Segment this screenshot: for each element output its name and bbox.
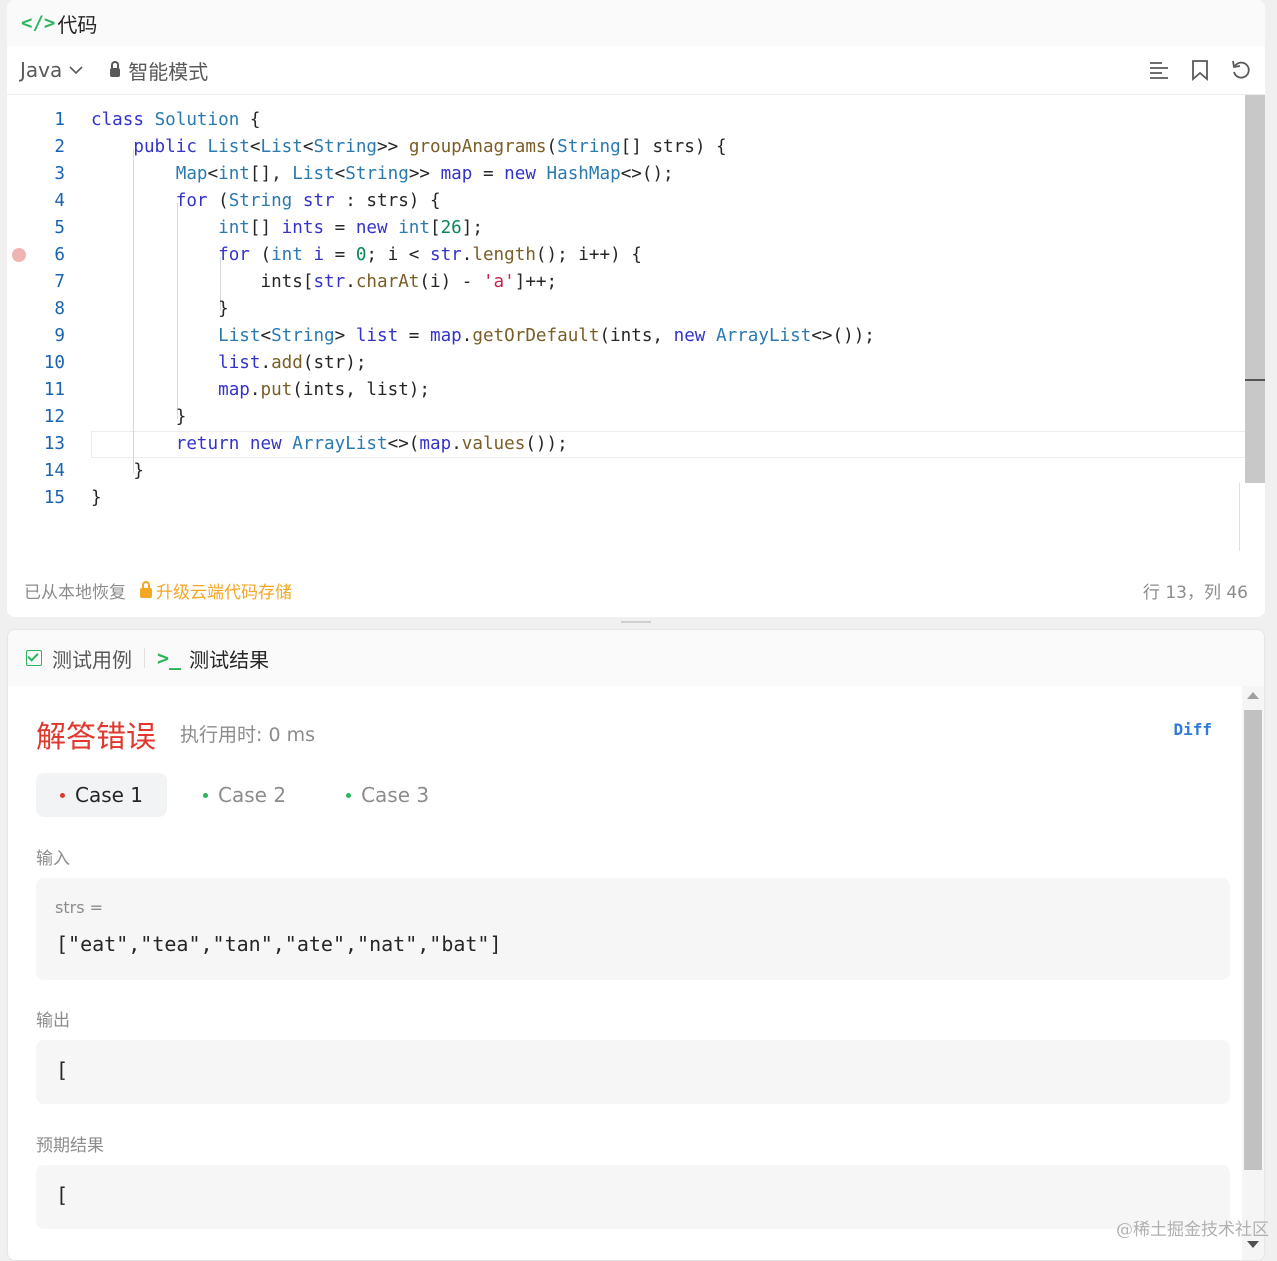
chevron-down-icon [69,66,83,75]
format-icon[interactable] [1148,60,1170,80]
output-value: [ [56,1058,68,1082]
editor-scrollbar[interactable] [1245,95,1265,483]
expected-value: [ [56,1183,68,1207]
bookmark-icon[interactable] [1190,59,1210,81]
code-icon: </> [21,12,56,34]
restore-status: 已从本地恢复 [24,583,126,603]
breakpoint-marker[interactable] [12,248,26,262]
input-var-name: strs = [55,898,104,917]
case-tab-2[interactable]: Case 2 [179,773,310,817]
fail-dot-icon [60,792,65,798]
lock-icon [140,580,152,598]
result-scrollbar[interactable] [1242,686,1264,1260]
reset-icon[interactable] [1230,59,1252,81]
input-value: ["eat","tea","tan","ate","nat","bat"] [56,932,502,956]
watermark: @稀土掘金技术社区 [1116,1220,1269,1240]
scroll-up-icon[interactable] [1247,692,1259,699]
code-tab[interactable]: </> 代码 [7,0,1265,46]
diff-segment: [ [56,1183,69,1207]
language-select[interactable]: Java [20,58,84,82]
case-tab-1[interactable]: Case 1 [36,773,168,817]
editor-status-bar: 已从本地恢复 升级云端代码存储 行 13，列 46 [24,578,1248,603]
language-label: Java [20,58,63,82]
code-panel: </> 代码 Java 智能模式 1 class Solution { 2 pub… [7,0,1265,617]
expected-label: 预期结果 [36,1136,104,1156]
cursor-position: 行 13，列 46 [1142,583,1248,603]
scrollbar-cursor-marker [1245,379,1265,381]
pass-dot-icon [203,792,209,798]
tab-result[interactable]: 测试结果 [189,644,269,673]
scrollbar-thumb[interactable] [1244,710,1262,1170]
tab-divider [144,648,145,668]
scroll-down-icon[interactable] [1247,1241,1259,1248]
output-box: [ [36,1040,1230,1104]
panel-resize-handle[interactable] [621,621,651,623]
output-label: 输出 [36,1011,70,1031]
diff-segment: [ [56,1058,69,1082]
terminal-icon: >_ [157,646,182,670]
smart-mode-label[interactable]: 智能模式 [128,56,208,85]
case-tab-3[interactable]: Case 3 [322,773,453,817]
verdict-label: 解答错误 [36,720,156,755]
result-body: 解答错误 执行用时: 0 ms Diff Case 1 Case 2 Case … [8,686,1242,1260]
input-box: strs = ["eat","tea","tan","ate","nat","b… [36,878,1230,980]
diff-button[interactable]: Diff [1173,720,1212,739]
input-label: 输入 [36,849,70,869]
case-tabs: Case 1 Case 2 Case 3 [36,773,465,817]
runtime-label: 执行用时: 0 ms [180,724,315,746]
upgrade-label: 升级云端代码存储 [156,583,292,603]
lock-icon [110,60,121,77]
checkbox-icon [26,650,42,666]
code-editor[interactable]: 1 class Solution { 2 public List<List<Str… [7,95,1265,555]
expected-box: [ [36,1165,1230,1229]
result-panel: 测试用例 >_ 测试结果 解答错误 执行用时: 0 ms Diff Case 1… [7,629,1265,1261]
code-tab-label: 代码 [57,12,98,37]
editor-toolbar: Java 智能模式 [7,46,1265,95]
upgrade-storage-link[interactable]: 升级云端代码存储 [140,578,292,603]
pass-dot-icon [346,792,352,798]
editor-ruler [1239,483,1240,551]
result-tabs: 测试用例 >_ 测试结果 [8,630,1264,686]
tab-testcase[interactable]: 测试用例 [52,644,132,673]
